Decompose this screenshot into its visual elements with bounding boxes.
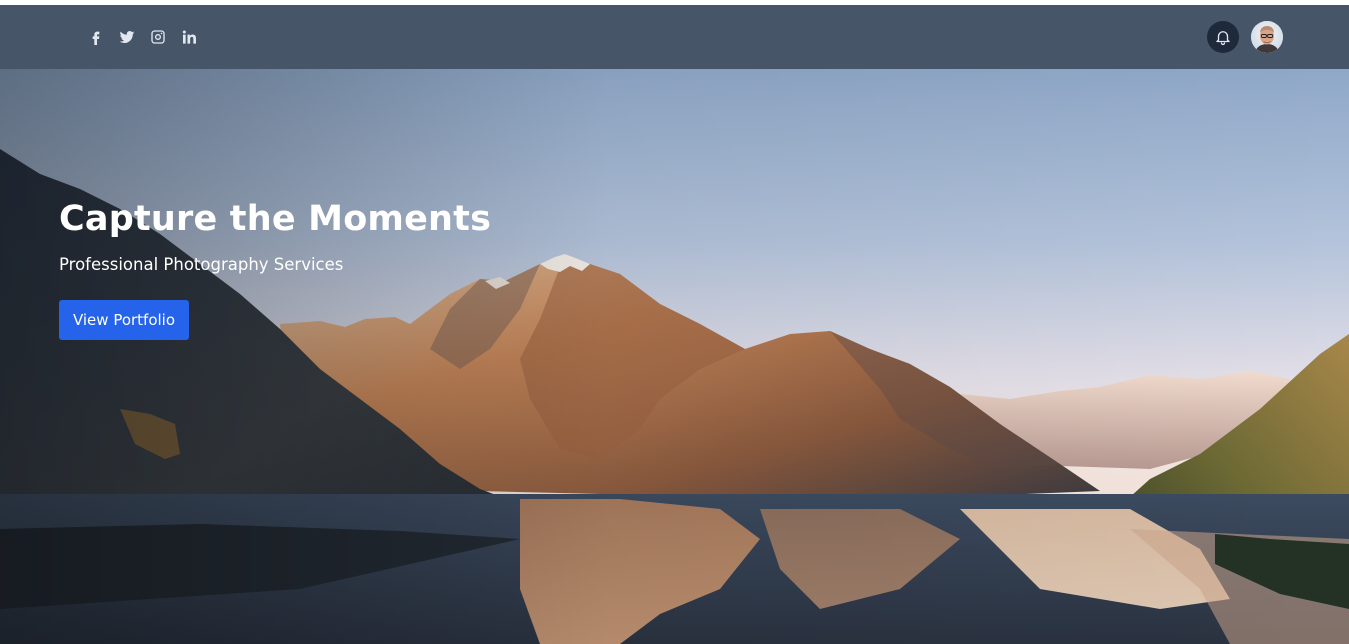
page: Capture the Moments Professional Photogr… <box>0 0 1349 644</box>
instagram-link[interactable] <box>148 25 167 49</box>
linkedin-link[interactable] <box>179 25 198 49</box>
bell-icon <box>1216 31 1230 46</box>
navbar-actions <box>1207 21 1283 53</box>
instagram-icon <box>150 30 165 44</box>
hero-content: Capture the Moments Professional Photogr… <box>59 197 491 340</box>
facebook-icon <box>92 31 99 45</box>
hero-background-image <box>0 69 1349 644</box>
linkedin-icon <box>182 30 196 44</box>
notification-button[interactable] <box>1207 21 1239 53</box>
social-links <box>86 25 198 49</box>
user-avatar[interactable] <box>1251 21 1283 53</box>
view-portfolio-button[interactable]: View Portfolio <box>59 300 189 340</box>
twitter-link[interactable] <box>117 25 136 49</box>
hero-title: Capture the Moments <box>59 199 492 239</box>
facebook-link[interactable] <box>86 25 105 49</box>
avatar-image <box>1251 21 1283 53</box>
navbar <box>0 5 1349 69</box>
hero-subtitle: Professional Photography Services <box>59 255 344 274</box>
twitter-icon <box>119 31 134 43</box>
hero-section: Capture the Moments Professional Photogr… <box>0 69 1349 644</box>
